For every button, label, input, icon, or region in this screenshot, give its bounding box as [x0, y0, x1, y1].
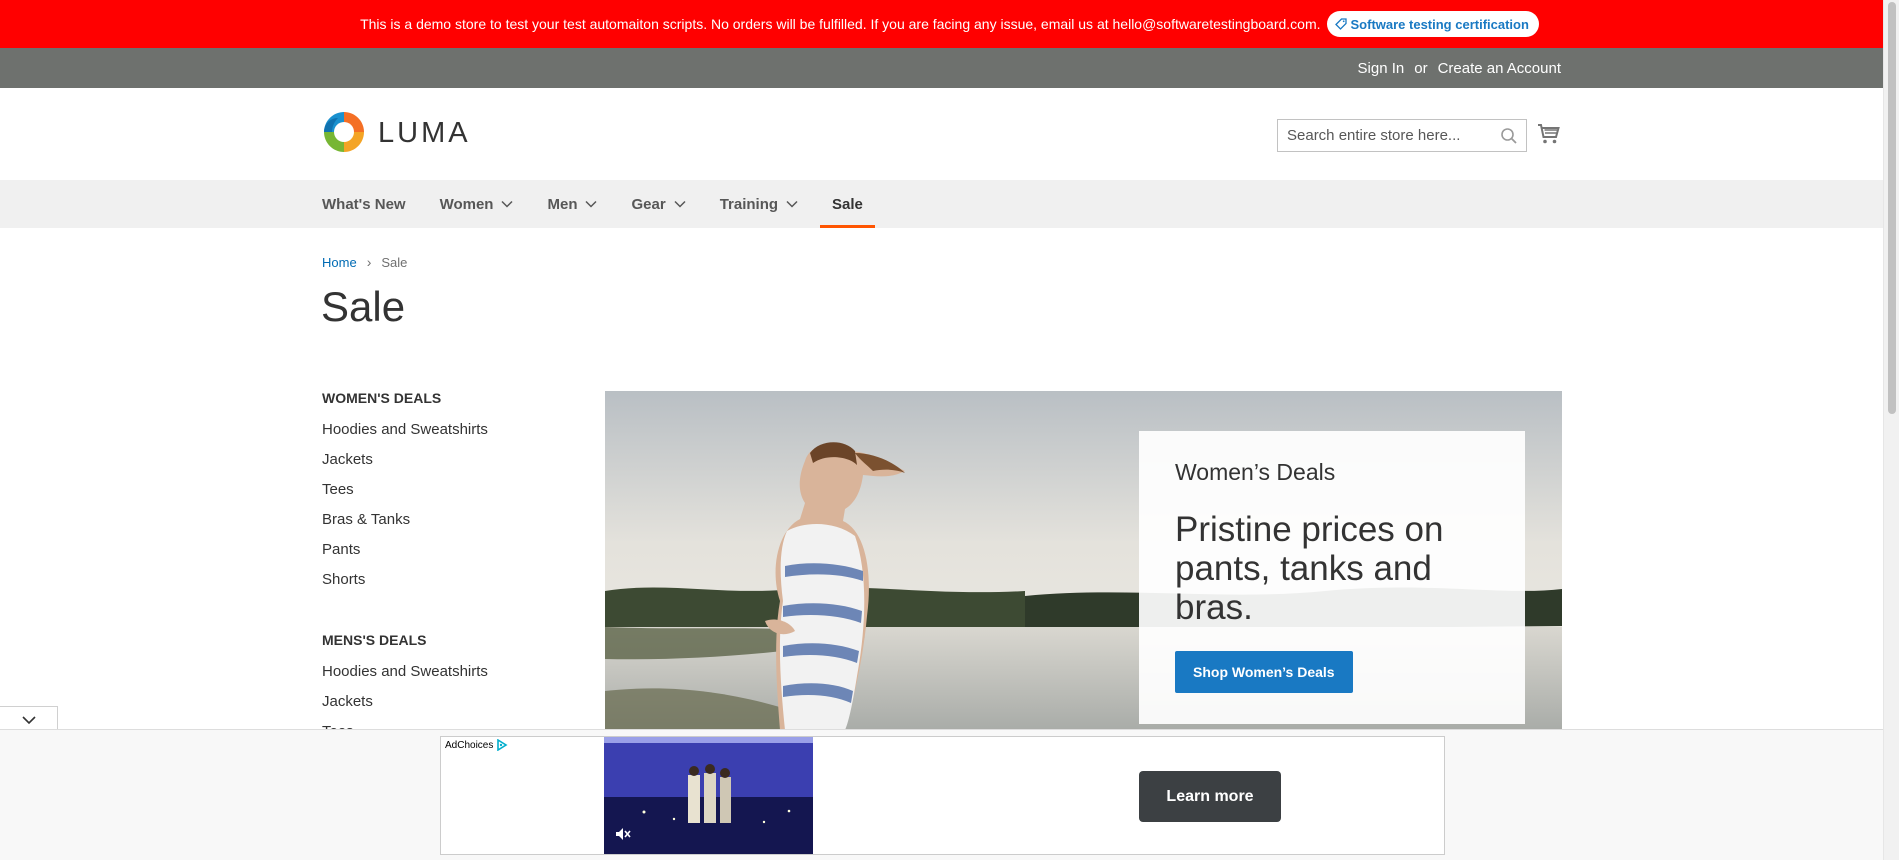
nav-item-label: Women — [439, 195, 494, 213]
womens-deals-heading: WOMEN'S DEALS — [322, 390, 442, 406]
ad-video[interactable] — [604, 737, 813, 854]
cart-icon[interactable] — [1537, 122, 1561, 146]
sidebar-link-women-tees[interactable]: Tees — [322, 480, 562, 510]
create-account-link[interactable]: Create an Account — [1438, 60, 1561, 77]
sidebar-link-women-hoodies[interactable]: Hoodies and Sweatshirts — [322, 420, 562, 450]
search-input[interactable] — [1287, 127, 1500, 144]
nav-item-whats-new[interactable]: What's New — [322, 180, 406, 228]
luma-logo-icon — [324, 112, 364, 152]
adchoices-badge[interactable]: AdChoices — [445, 739, 508, 751]
sign-in-link[interactable]: Sign In — [1358, 60, 1405, 77]
nav-item-label: Gear — [631, 195, 666, 213]
shop-womens-deals-button[interactable]: Shop Women’s Deals — [1175, 651, 1353, 693]
luma-logo[interactable]: LUMA — [322, 110, 471, 156]
chevron-down-icon — [21, 715, 36, 724]
nav-item-sale[interactable]: Sale — [820, 180, 875, 228]
advertisement-bar: AdChoices Learn more — [0, 729, 1883, 860]
nav-item-label: Training — [719, 195, 779, 213]
deals-sidebar: WOMEN'S DEALS Hoodies and Sweatshirts Ja… — [322, 390, 562, 752]
mute-icon[interactable] — [614, 825, 632, 843]
promo-card: Women’s Deals Pristine prices on pants, … — [1139, 431, 1525, 724]
breadcrumb-home-link[interactable]: Home — [322, 255, 357, 270]
top-links-bar: Sign In or Create an Account — [0, 48, 1883, 88]
site-header: LUMA — [0, 88, 1883, 180]
breadcrumb-current: Sale — [381, 254, 408, 270]
sidebar-link-women-jackets[interactable]: Jackets — [322, 450, 562, 480]
mens-deals-heading: MENS'S DEALS — [322, 632, 427, 648]
page-title: Sale — [321, 283, 406, 330]
page-scrollbar[interactable] — [1883, 0, 1899, 860]
promo-headline: Pristine prices on pants, tanks and bras… — [1175, 510, 1444, 627]
search-box — [1277, 119, 1527, 152]
chevron-down-icon — [501, 200, 514, 208]
advertisement-frame[interactable]: AdChoices Learn more — [440, 736, 1445, 855]
womens-deals-group: WOMEN'S DEALS Hoodies and Sweatshirts Ja… — [322, 390, 562, 600]
sidebar-link-women-pants[interactable]: Pants — [322, 540, 562, 570]
breadcrumb-separator: › — [366, 254, 372, 270]
or-separator: or — [1414, 59, 1428, 77]
scrollbar-thumb[interactable] — [1888, 2, 1896, 414]
womens-deals-banner[interactable]: Women’s Deals Pristine prices on pants, … — [605, 391, 1562, 730]
promo-kicker: Women’s Deals — [1175, 459, 1336, 485]
main-navigation: What's New Women Men Gear Training Sale — [0, 180, 1883, 228]
software-testing-certification-label: Software testing certification — [1350, 16, 1529, 32]
nav-item-label: Sale — [832, 195, 863, 213]
tag-icon — [1334, 18, 1347, 30]
nav-item-label: What's New — [322, 195, 406, 213]
breadcrumb: Home › Sale — [322, 254, 407, 270]
software-testing-certification-button[interactable]: Software testing certification — [1326, 11, 1539, 37]
adchoices-icon — [497, 739, 508, 751]
sidebar-link-men-hoodies[interactable]: Hoodies and Sweatshirts — [322, 662, 562, 692]
chevron-down-icon — [674, 200, 686, 208]
sidebar-link-men-jackets[interactable]: Jackets — [322, 692, 562, 722]
sidebar-link-women-shorts[interactable]: Shorts — [322, 570, 562, 600]
demo-notice-text: This is a demo store to test your test a… — [360, 16, 1321, 32]
nav-item-men[interactable]: Men — [547, 180, 598, 228]
ad-video-frame — [604, 737, 813, 854]
chevron-down-icon — [585, 200, 598, 208]
demo-notice-bar: This is a demo store to test your test a… — [0, 0, 1899, 48]
nav-item-women[interactable]: Women — [440, 180, 514, 228]
nav-item-training[interactable]: Training — [720, 180, 798, 228]
search-icon[interactable] — [1500, 127, 1518, 145]
nav-item-gear[interactable]: Gear — [631, 180, 686, 228]
chevron-down-icon — [786, 200, 798, 208]
sidebar-link-women-bras-tanks[interactable]: Bras & Tanks — [322, 510, 562, 540]
logo-text: LUMA — [378, 116, 471, 149]
learn-more-button[interactable]: Learn more — [1139, 771, 1281, 822]
nav-item-label: Men — [547, 195, 578, 213]
adchoices-label: AdChoices — [445, 739, 494, 751]
